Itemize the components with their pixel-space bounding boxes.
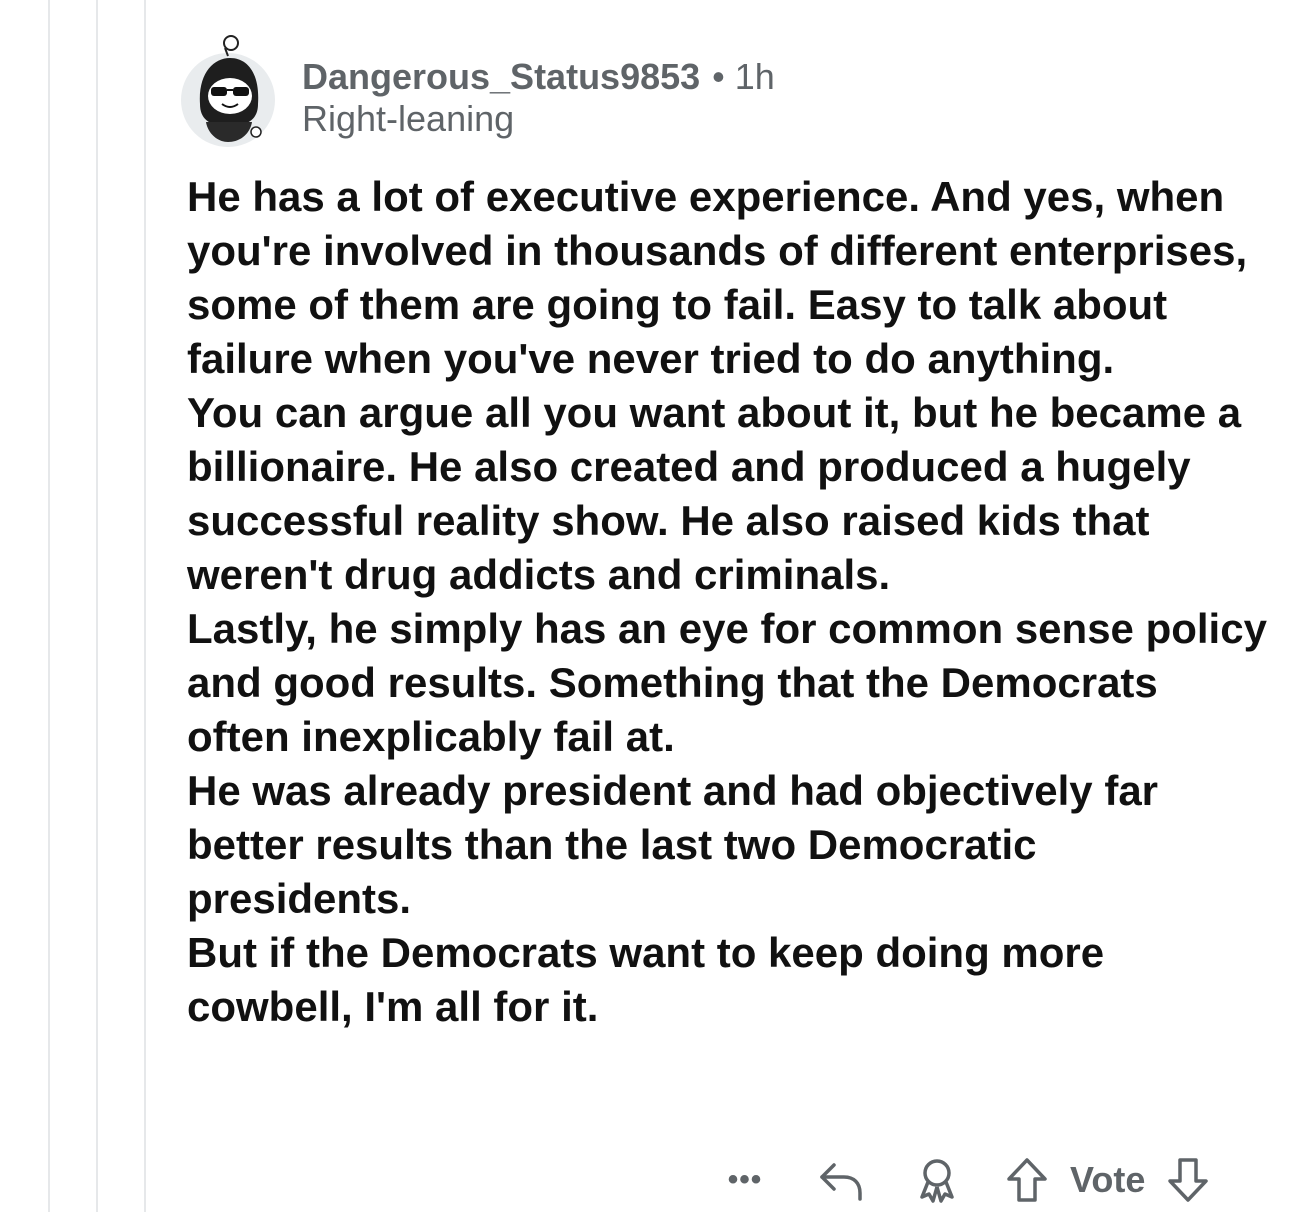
downvote-button[interactable] — [1163, 1157, 1213, 1203]
award-icon — [920, 1159, 954, 1203]
upvote-button[interactable] — [1002, 1157, 1052, 1203]
reply-button[interactable] — [816, 1159, 866, 1201]
user-flair: Right-leaning — [302, 98, 515, 139]
more-options-button[interactable]: ••• — [720, 1165, 770, 1195]
thread-line-3[interactable] — [144, 0, 146, 1212]
more-options-icon: ••• — [727, 1163, 763, 1196]
upvote-arrow-icon — [1007, 1158, 1047, 1202]
meta-separator: • — [712, 56, 725, 97]
downvote-arrow-icon — [1168, 1158, 1209, 1202]
comment-paragraph: You can argue all you want about it, but… — [187, 389, 1242, 598]
vote-label: Vote — [1070, 1159, 1146, 1200]
username-link[interactable]: Dangerous_Status9853 — [302, 56, 700, 97]
comment-paragraph: But if the Democrats want to keep doing … — [187, 929, 1105, 1030]
award-button[interactable] — [912, 1157, 962, 1203]
meta-line: Dangerous_Status9853 • 1h — [302, 56, 775, 98]
comment-body: He has a lot of executive experience. An… — [187, 170, 1267, 1034]
comment-paragraph: He has a lot of executive experience. An… — [187, 173, 1248, 382]
comment-action-bar: ••• Vote — [720, 1152, 1213, 1208]
reply-icon — [820, 1163, 862, 1201]
comment-paragraph: Lastly, he simply has an eye for common … — [187, 605, 1267, 760]
thread-line-1[interactable] — [48, 0, 50, 1212]
avatar-icon — [181, 35, 275, 147]
comment-age: 1h — [734, 56, 775, 97]
user-avatar[interactable] — [178, 34, 278, 148]
thread-line-2[interactable] — [96, 0, 98, 1212]
comment-paragraph: He was already president and had objecti… — [187, 767, 1159, 922]
comment-meta: Dangerous_Status9853 • 1h Right-leaning — [302, 56, 775, 140]
